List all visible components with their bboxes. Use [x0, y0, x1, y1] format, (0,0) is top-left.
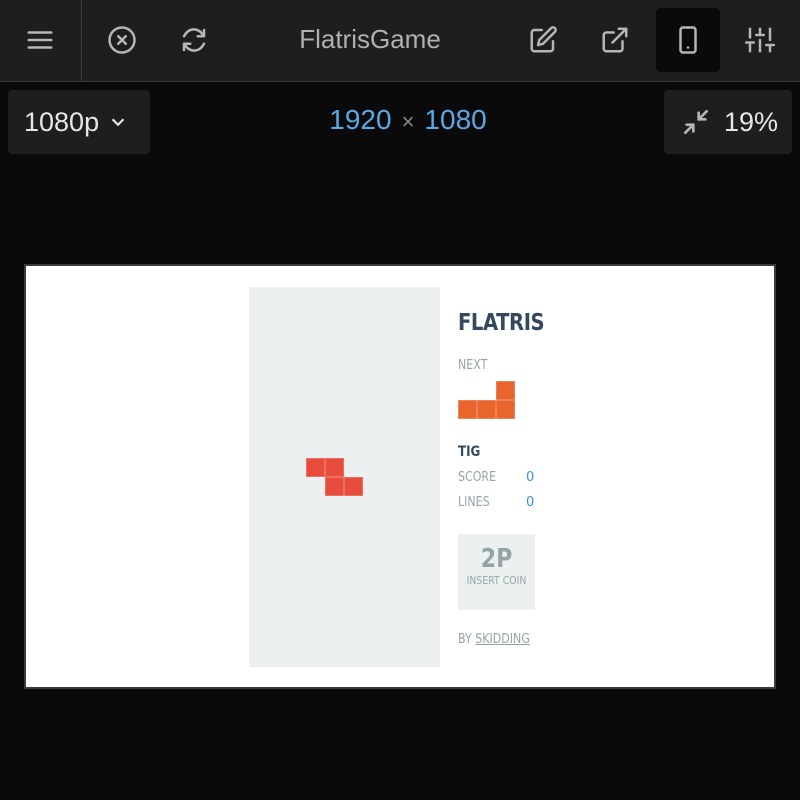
menu-icon: [27, 31, 53, 49]
close-circle-icon: [108, 26, 136, 54]
author-link[interactable]: SKIDDING: [475, 632, 530, 647]
toolbar-divider: [81, 0, 82, 82]
resolution-value: 1080p: [24, 106, 100, 137]
insert-coin-button[interactable]: 2P INSERT COIN: [458, 534, 535, 610]
device-mode-button[interactable]: [656, 8, 720, 72]
resolution-select[interactable]: 1080p: [8, 90, 150, 154]
external-link-icon: [602, 27, 628, 53]
edit-icon: [530, 26, 557, 53]
next-piece-block: [458, 400, 477, 419]
game-title: FLATRIS: [458, 310, 545, 336]
refresh-button[interactable]: [162, 8, 226, 72]
byline: BY SKIDDING: [458, 632, 530, 647]
by-label: BY: [458, 632, 472, 647]
active-piece-block: [306, 458, 325, 477]
viewport-width[interactable]: 1920: [329, 104, 391, 135]
menu-button[interactable]: [8, 8, 72, 72]
score-label: SCORE: [458, 470, 497, 485]
app-title: FlatrisGame: [299, 24, 441, 54]
active-piece-block: [344, 477, 363, 496]
viewport-height[interactable]: 1080: [424, 104, 486, 135]
top-toolbar: FlatrisGame: [0, 0, 800, 82]
viewport-dimensions: 1920 × 1080: [300, 104, 516, 136]
next-piece-block: [477, 400, 496, 419]
active-piece-block: [325, 477, 344, 496]
mobile-device-icon: [679, 26, 697, 54]
game-viewport[interactable]: FLATRIS NEXT TIG SCORE 0 LINES 0 2P INSE…: [24, 264, 776, 689]
next-piece-block: [496, 400, 515, 419]
lines-value: 0: [526, 495, 535, 510]
game-well[interactable]: [249, 287, 440, 667]
next-label: NEXT: [458, 358, 488, 373]
refresh-icon: [182, 28, 206, 52]
chevron-down-icon: [111, 118, 125, 127]
close-button[interactable]: [90, 8, 154, 72]
settings-sliders-icon: [745, 27, 775, 53]
coin-title: 2P: [480, 544, 513, 574]
zoom-value: 19%: [724, 106, 779, 137]
minimize-icon: [684, 110, 708, 134]
active-piece-block: [325, 458, 344, 477]
lines-label: LINES: [458, 495, 490, 510]
player-name: TIG: [458, 444, 481, 460]
edit-button[interactable]: [511, 8, 575, 72]
score-value: 0: [526, 470, 535, 485]
zoom-control[interactable]: 19%: [664, 90, 792, 154]
times-sign: ×: [401, 109, 415, 134]
open-external-button[interactable]: [583, 8, 647, 72]
game-side-panel: FLATRIS NEXT TIG SCORE 0 LINES 0 2P INSE…: [458, 266, 578, 691]
coin-subtitle: INSERT COIN: [466, 574, 527, 587]
next-piece-block: [496, 381, 515, 400]
settings-button[interactable]: [728, 8, 792, 72]
